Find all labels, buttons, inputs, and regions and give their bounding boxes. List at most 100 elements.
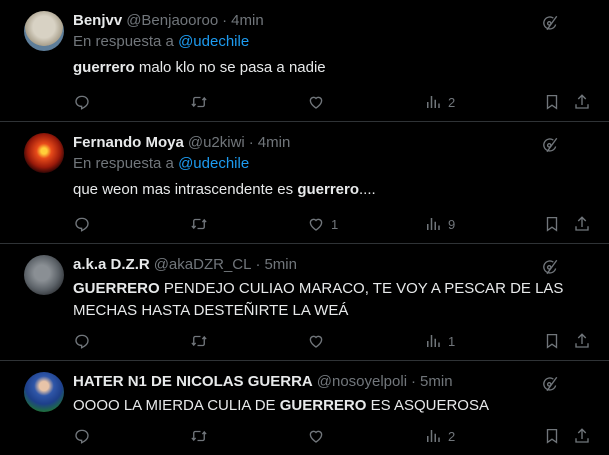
timestamp[interactable]: 4min bbox=[258, 134, 291, 151]
grok-icon[interactable] bbox=[541, 258, 559, 276]
reply-icon bbox=[75, 429, 89, 444]
views-button[interactable]: 2 bbox=[424, 427, 455, 445]
bookmark-icon bbox=[546, 216, 558, 232]
highlighted-keyword: guerrero bbox=[297, 181, 359, 198]
retweet-icon bbox=[191, 96, 207, 108]
reply-icon bbox=[75, 334, 89, 349]
retweet-button[interactable] bbox=[190, 332, 214, 350]
timestamp[interactable]: 5min bbox=[420, 373, 453, 390]
views-icon bbox=[427, 430, 440, 442]
views-count: 2 bbox=[448, 94, 456, 110]
views-button[interactable]: 9 bbox=[424, 215, 455, 233]
grok-icon[interactable] bbox=[541, 14, 559, 32]
bookmark-button[interactable] bbox=[543, 93, 561, 111]
user-handle[interactable]: @akaDZR_CL bbox=[154, 256, 252, 273]
tweet[interactable]: a.k.a D.Z.R @akaDZR_CL · 5min GUERRERO P… bbox=[0, 244, 609, 361]
share-icon bbox=[575, 333, 589, 348]
like-count: 1 bbox=[331, 216, 339, 232]
avatar[interactable] bbox=[24, 372, 64, 412]
bookmark-button[interactable] bbox=[543, 427, 561, 445]
views-icon bbox=[427, 96, 440, 108]
tweet-text-pre: que weon mas intrascendente es bbox=[73, 181, 298, 198]
tweet-text-post: ES ASQUEROSA bbox=[366, 397, 489, 414]
reply-context: En respuesta a @udechile bbox=[73, 155, 593, 175]
user-handle[interactable]: @nosoyelpoli bbox=[317, 373, 407, 390]
timestamp[interactable]: 4min bbox=[231, 12, 264, 29]
views-icon bbox=[427, 218, 440, 230]
tweet-body: a.k.a D.Z.R @akaDZR_CL · 5min GUERRERO P… bbox=[73, 254, 593, 360]
mention-link[interactable]: @udechile bbox=[178, 33, 249, 50]
share-button[interactable] bbox=[573, 332, 591, 350]
reply-button[interactable] bbox=[73, 332, 97, 350]
tweet-text-pre: OOOO LA MIERDA CULIA DE bbox=[73, 397, 280, 414]
tweet-header: HATER N1 DE NICOLAS GUERRA @nosoyelpoli … bbox=[73, 371, 593, 391]
separator-dot: · bbox=[222, 11, 228, 29]
bookmark-button[interactable] bbox=[543, 332, 561, 350]
tweet-body: Fernando Moya @u2kiwi · 4min En respuest… bbox=[73, 132, 593, 243]
highlighted-keyword: GUERRERO bbox=[279, 397, 367, 414]
grok-icon[interactable] bbox=[541, 375, 559, 393]
action-bar: 2 bbox=[73, 427, 593, 447]
mention-link[interactable]: @udechile bbox=[178, 155, 249, 172]
display-name[interactable]: Fernando Moya bbox=[73, 134, 184, 151]
retweet-button[interactable] bbox=[190, 427, 214, 445]
like-button[interactable] bbox=[307, 332, 331, 350]
views-count: 1 bbox=[448, 333, 456, 349]
grok-icon[interactable] bbox=[541, 136, 559, 154]
tweet-text: guerrero malo klo no se pasa a nadie bbox=[73, 57, 593, 79]
tweet-header: a.k.a D.Z.R @akaDZR_CL · 5min bbox=[73, 254, 593, 274]
like-icon bbox=[309, 218, 323, 231]
separator-dot: · bbox=[411, 372, 417, 390]
views-icon bbox=[427, 335, 440, 347]
bookmark-button[interactable] bbox=[543, 215, 561, 233]
tweet-text-post: .... bbox=[359, 181, 376, 198]
avatar[interactable] bbox=[24, 133, 64, 173]
highlighted-keyword: GUERRERO bbox=[73, 280, 160, 297]
reply-button[interactable] bbox=[73, 427, 97, 445]
views-button[interactable]: 2 bbox=[424, 93, 455, 111]
tweet-text: GUERRERO PENDEJO CULIAO MARACO, TE VOY A… bbox=[73, 278, 593, 322]
tweet-body: Benjvv @Benjaooroo · 4min En respuesta a… bbox=[73, 10, 593, 121]
display-name[interactable]: a.k.a D.Z.R bbox=[73, 256, 150, 273]
retweet-icon bbox=[191, 218, 207, 230]
reply-button[interactable] bbox=[73, 215, 97, 233]
tweet[interactable]: Fernando Moya @u2kiwi · 4min En respuest… bbox=[0, 122, 609, 244]
display-name[interactable]: HATER N1 DE NICOLAS GUERRA bbox=[73, 373, 313, 390]
like-icon bbox=[309, 335, 323, 348]
tweet[interactable]: HATER N1 DE NICOLAS GUERRA @nosoyelpoli … bbox=[0, 361, 609, 455]
tweet[interactable]: Benjvv @Benjaooroo · 4min En respuesta a… bbox=[0, 0, 609, 122]
like-button[interactable] bbox=[307, 93, 331, 111]
share-button[interactable] bbox=[573, 427, 591, 445]
avatar[interactable] bbox=[24, 255, 64, 295]
avatar[interactable] bbox=[24, 11, 64, 51]
reply-prefix: En respuesta a bbox=[73, 33, 174, 50]
bookmark-icon bbox=[546, 428, 558, 444]
reply-feed: Benjvv @Benjaooroo · 4min En respuesta a… bbox=[0, 0, 609, 455]
display-name[interactable]: Benjvv bbox=[73, 12, 122, 29]
retweet-icon bbox=[191, 335, 207, 347]
share-icon bbox=[575, 216, 589, 231]
tweet-text: que weon mas intrascendente es guerrero.… bbox=[73, 179, 593, 201]
action-bar: 1 bbox=[73, 332, 593, 352]
share-icon bbox=[575, 428, 589, 443]
tweet-header: Benjvv @Benjaooroo · 4min bbox=[73, 10, 593, 30]
user-handle[interactable]: @u2kiwi bbox=[188, 134, 245, 151]
separator-dot: · bbox=[248, 133, 254, 151]
bookmark-icon bbox=[546, 94, 558, 110]
action-bar: 1 9 bbox=[73, 215, 593, 235]
tweet-text-rest: malo klo no se pasa a nadie bbox=[134, 59, 326, 76]
timestamp[interactable]: 5min bbox=[264, 256, 297, 273]
tweet-body: HATER N1 DE NICOLAS GUERRA @nosoyelpoli … bbox=[73, 371, 593, 455]
reply-button[interactable] bbox=[73, 93, 97, 111]
like-button[interactable] bbox=[307, 427, 331, 445]
retweet-button[interactable] bbox=[190, 93, 214, 111]
views-button[interactable]: 1 bbox=[424, 332, 455, 350]
user-handle[interactable]: @Benjaooroo bbox=[126, 12, 218, 29]
views-count: 9 bbox=[448, 216, 456, 232]
retweet-button[interactable] bbox=[190, 215, 214, 233]
share-button[interactable] bbox=[573, 215, 591, 233]
reply-context: En respuesta a @udechile bbox=[73, 33, 593, 53]
like-button[interactable]: 1 bbox=[307, 215, 338, 233]
tweet-text: OOOO LA MIERDA CULIA DE GUERRERO ES ASQU… bbox=[73, 395, 593, 417]
share-button[interactable] bbox=[573, 93, 591, 111]
